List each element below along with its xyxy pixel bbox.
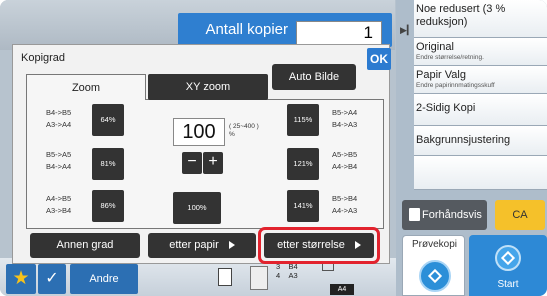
preset-label-line: B5->A5 (46, 150, 72, 159)
tray-number: 4 (276, 271, 281, 280)
button-label: Annen grad (56, 239, 114, 251)
preset-121-label: A5->B5 A4->B4 (332, 149, 357, 173)
preset-label-line: A3->B4 (46, 206, 72, 215)
sidebar-item-label: Bakgrunnsjustering (416, 134, 511, 146)
sidebar-item-sublabel: Endre størrelse/retning. (416, 54, 484, 61)
preset-115-button[interactable]: 115% (287, 104, 319, 136)
arrow-right-icon (228, 241, 235, 250)
proof-copy-button[interactable]: Prøvekopi (402, 235, 465, 296)
button-label: etter papir (169, 239, 219, 251)
ratio-input[interactable]: 100 (173, 118, 225, 146)
ratio-range-label: ( 25~400 ) % (229, 123, 259, 139)
proof-copy-label: Prøvekopi (411, 239, 457, 250)
preset-label-line: A3->A4 (46, 120, 72, 129)
clear-all-button[interactable]: CA (495, 200, 545, 230)
by-paper-button[interactable]: etter papir (148, 233, 256, 258)
favorite-star-icon[interactable]: ★ (6, 264, 36, 294)
preset-label-line: A4->B5 (46, 194, 72, 203)
preset-label-line: B4->A4 (46, 162, 72, 171)
copy-screen: Antall kopier 1 Noe redusert (3 % reduks… (0, 0, 547, 296)
sidebar-item-background-adjust[interactable]: Bakgrunnsjustering (414, 126, 547, 156)
preset-141-button[interactable]: 141% (287, 190, 319, 222)
preset-100-button[interactable]: 100% (173, 192, 221, 224)
other-button[interactable]: Andre (70, 264, 138, 294)
paper-tray-icon (250, 266, 268, 290)
sidebar-item-label: 2-Sidig Kopi (416, 102, 476, 114)
sidebar-item-label: Papir Valg (416, 69, 466, 81)
preset-label-line: B4->A3 (332, 120, 358, 129)
preset-label-line: A4->A3 (332, 206, 358, 215)
preset-141-label: B5->B4 A4->A3 (332, 193, 357, 217)
tray-status: 3 B4 4 A3 (276, 262, 298, 280)
preset-81-button[interactable]: 81% (92, 148, 124, 180)
preview-label: Forhåndsvis (422, 209, 482, 221)
start-button[interactable]: Start (469, 235, 547, 296)
preset-label-line: A4->B4 (332, 162, 358, 171)
start-icon (495, 245, 521, 271)
tab-zoom[interactable]: Zoom (26, 74, 146, 100)
tray-size: A3 (288, 271, 298, 280)
sidebar-item-original[interactable]: Original Endre størrelse/retning. (414, 38, 547, 66)
preset-64-button[interactable]: 64% (92, 104, 124, 136)
copies-input[interactable]: 1 (296, 21, 382, 45)
play-icon: ▶▎ (400, 25, 414, 35)
dialog-title: Kopigrad (21, 52, 66, 64)
preset-label-line: B5->A4 (332, 108, 358, 117)
range-unit: % (229, 131, 235, 138)
preset-label-line: B5->B4 (332, 194, 358, 203)
preset-86-button[interactable]: 86% (92, 190, 124, 222)
checkmark-icon[interactable]: ✓ (38, 264, 66, 294)
sidebar-item-slight-reduction[interactable]: Noe redusert (3 % reduksjon) (414, 0, 547, 38)
range-text: ( 25~400 ) (229, 123, 259, 130)
preset-81-label: B5->A5 B4->A4 (46, 149, 71, 173)
ok-button[interactable]: OK (367, 48, 391, 70)
current-paper-size: A4 (330, 284, 354, 295)
sidebar-item-duplex[interactable]: 2-Sidig Kopi (414, 94, 547, 126)
copies-bar[interactable]: Antall kopier 1 (178, 13, 392, 47)
sidebar-item-paper-select[interactable]: Papir Valg Endre papirinnmatingsskuff (414, 66, 547, 94)
preset-label-line: A5->B5 (332, 150, 358, 159)
document-icon (409, 208, 420, 221)
tab-xy-zoom[interactable]: XY zoom (148, 74, 268, 100)
preset-115-label: B5->A4 B4->A3 (332, 107, 357, 131)
highlight-frame (258, 227, 380, 264)
preset-86-label: A4->B5 A3->B4 (46, 193, 71, 217)
sidebar-item-label: Original (416, 41, 454, 53)
sidebar-item-label: Noe redusert (3 % reduksjon) (416, 3, 506, 28)
preset-121-button[interactable]: 121% (287, 148, 319, 180)
preset-64-label: B4->B5 A3->A4 (46, 107, 71, 131)
tray-indicator-icon (322, 263, 334, 271)
sidebar-item-sublabel: Endre papirinnmatingsskuff (416, 82, 495, 89)
increase-button[interactable]: + (203, 152, 223, 174)
original-document-icon (218, 268, 232, 286)
preset-label-line: B4->B5 (46, 108, 72, 117)
sidebar-item-empty (414, 156, 547, 190)
decrease-button[interactable]: − (182, 152, 202, 174)
proof-copy-icon (419, 260, 451, 292)
copies-label: Antall kopier (205, 21, 288, 38)
auto-image-button[interactable]: Auto Bilde (272, 64, 356, 90)
other-ratio-button[interactable]: Annen grad (30, 233, 140, 258)
start-label: Start (497, 279, 519, 290)
